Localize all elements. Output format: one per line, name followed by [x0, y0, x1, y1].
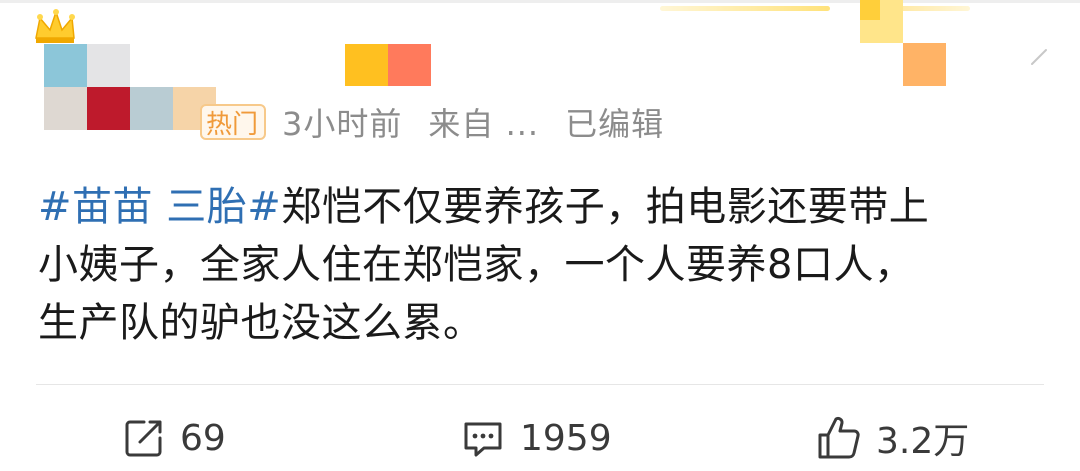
- post-text-line: 郑恺不仅要养孩子，拍电影还要带上: [281, 184, 930, 230]
- post-meta: 热门 3小时前 来自 ... 已编辑: [200, 100, 690, 144]
- action-bar: 69 1959 3.2万: [0, 408, 1080, 468]
- weibo-post-card: 热门 3小时前 来自 ... 已编辑 #苗苗 三胎#郑恺不仅要养孩子，拍电影还要…: [0, 0, 1080, 471]
- comment-button[interactable]: 1959: [460, 408, 612, 468]
- divider: [36, 384, 1044, 385]
- repost-button[interactable]: 69: [122, 408, 226, 468]
- post-text-line: 小姨子，全家人住在郑恺家，一个人要养8口人，: [38, 242, 915, 288]
- crown-icon: [35, 9, 75, 43]
- thumbs-up-icon: [818, 416, 860, 459]
- hot-badge: 热门: [200, 104, 267, 140]
- post-text-line: 生产队的驴也没这么累。: [38, 300, 484, 346]
- decoration-badge: [860, 0, 960, 90]
- edited-label[interactable]: 已编辑: [565, 99, 664, 145]
- share-icon: [125, 420, 162, 457]
- post-header: 热门 3小时前 来自 ... 已编辑: [0, 0, 1080, 160]
- chevron-down-icon[interactable]: [1028, 46, 1050, 68]
- decoration-line: [660, 6, 830, 11]
- comment-icon: [464, 422, 502, 457]
- username[interactable]: [345, 44, 431, 86]
- post-body: #苗苗 三胎#郑恺不仅要养孩子，拍电影还要带上 小姨子，全家人住在郑恺家，一个人…: [38, 178, 1038, 352]
- like-button[interactable]: 3.2万: [816, 408, 969, 468]
- post-time: 3小时前: [282, 105, 403, 143]
- avatar[interactable]: [44, 44, 216, 130]
- repost-count: 69: [180, 417, 226, 459]
- hashtag-link[interactable]: #苗苗 三胎#: [38, 184, 281, 230]
- post-source[interactable]: 来自 ...: [428, 99, 539, 145]
- like-count: 3.2万: [876, 421, 970, 462]
- comment-count: 1959: [520, 417, 612, 459]
